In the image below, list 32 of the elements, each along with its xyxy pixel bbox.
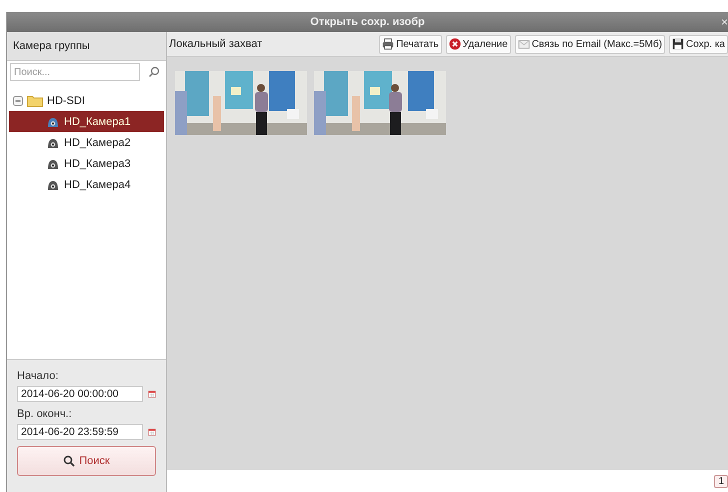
search-icon	[63, 455, 76, 467]
camera-icon	[47, 136, 59, 148]
camera-icon	[47, 158, 59, 170]
end-date-field[interactable]: 2014-06-20 23:59:59	[17, 424, 143, 440]
panel-title: Камера группы	[13, 40, 90, 52]
search-button[interactable]: Поиск	[17, 446, 156, 476]
camera-icon	[47, 116, 59, 128]
camera-item[interactable]: HD_Камера1	[9, 111, 164, 132]
start-label: Начало:	[17, 370, 60, 382]
floppy-icon	[672, 38, 684, 50]
collapse-toggle[interactable]	[13, 96, 23, 106]
delete-icon	[448, 38, 461, 50]
end-label: Вр. оконч.:	[17, 408, 73, 420]
search-icon[interactable]	[148, 66, 160, 78]
camera-item[interactable]: HD_Камера4	[9, 174, 164, 195]
folder-icon	[27, 95, 43, 107]
camera-item[interactable]: HD_Камера2	[9, 132, 164, 153]
page-button[interactable]: 1	[714, 474, 728, 488]
email-button[interactable]: Связь по Email (Макс.=5Мб)	[514, 34, 666, 54]
window-title: Открыть сохр. изобр	[310, 16, 425, 28]
close-button[interactable]: ×	[720, 15, 728, 29]
group-label[interactable]: HD-SDI	[47, 95, 85, 107]
start-date-field[interactable]: 2014-06-20 00:00:00	[17, 386, 143, 402]
print-button[interactable]: Печатать	[379, 34, 442, 54]
camera-item[interactable]: HD_Камера3	[9, 153, 164, 174]
search-field[interactable]: Поиск...	[10, 63, 140, 81]
section-title: Локальный захват	[169, 38, 262, 50]
camera-icon	[47, 178, 59, 190]
printer-icon	[382, 38, 394, 50]
delete-button[interactable]: Удаление	[446, 34, 511, 54]
envelope-icon	[518, 38, 530, 50]
save-button[interactable]: Сохр. ка	[669, 34, 728, 54]
